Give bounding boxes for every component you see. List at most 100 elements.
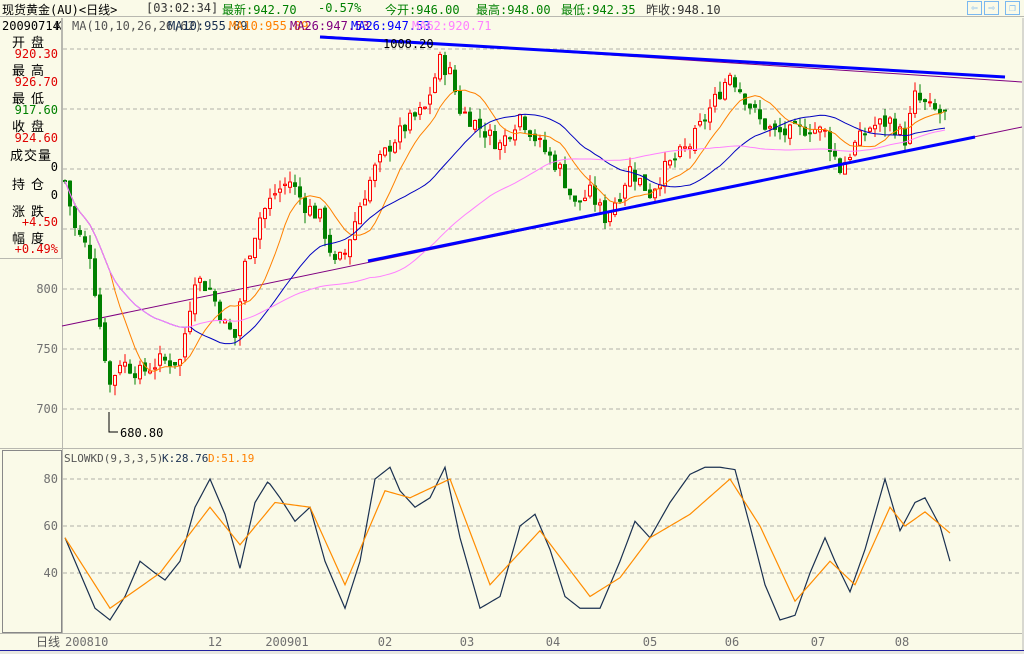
candle	[703, 113, 707, 130]
candle-body	[878, 118, 882, 125]
candle	[253, 237, 257, 264]
candle	[113, 374, 117, 396]
kd-k-line	[64, 465, 951, 621]
x-tick-label: 200810	[65, 635, 108, 649]
candle-body	[453, 69, 457, 93]
candle-body	[738, 89, 742, 93]
candle	[588, 175, 592, 199]
candle-body	[388, 145, 392, 152]
candle-body	[443, 55, 447, 76]
candle-body	[513, 129, 517, 141]
candle-body	[918, 92, 922, 101]
price-chart[interactable]: 1008.20 680.80 700 750 800 40 60 80 SLOWKD(9,…	[0, 0, 1024, 654]
candle	[688, 143, 692, 159]
x-tick-label: 07	[811, 635, 825, 649]
candle-body	[763, 118, 767, 130]
candle	[88, 235, 92, 269]
candle	[418, 101, 422, 120]
candle-body	[148, 370, 152, 374]
candle	[148, 362, 152, 375]
candle-body	[753, 104, 757, 108]
candle-body	[333, 254, 337, 260]
candle-body	[723, 82, 727, 100]
candle-body	[728, 74, 732, 85]
candle	[548, 147, 552, 165]
candle	[503, 128, 507, 154]
candle	[258, 212, 262, 249]
candle	[403, 123, 407, 139]
candle	[408, 109, 412, 134]
candle	[163, 353, 167, 364]
candle	[273, 184, 277, 200]
candle	[123, 354, 127, 374]
candle	[98, 287, 102, 330]
candle	[863, 127, 867, 142]
candle	[778, 117, 782, 140]
candle	[668, 159, 672, 169]
candle	[448, 61, 452, 75]
candle	[903, 121, 907, 153]
candle-body	[113, 374, 117, 386]
candle-body	[563, 164, 567, 189]
candle	[578, 200, 582, 211]
candle	[193, 277, 197, 322]
candle-body	[673, 158, 677, 161]
candle-body	[848, 157, 852, 161]
candle-body	[98, 294, 102, 327]
candle-body	[273, 193, 277, 196]
candle-body	[863, 133, 867, 136]
x-tick-label: 08	[895, 635, 909, 649]
candle-body	[428, 94, 432, 105]
candle-body	[288, 181, 292, 188]
candle-body	[373, 164, 377, 181]
candle-body	[588, 184, 592, 197]
candle-body	[298, 186, 302, 198]
candle	[933, 98, 937, 111]
candle	[543, 131, 547, 155]
candle	[563, 156, 567, 189]
x-tick-label: 05	[643, 635, 657, 649]
candle	[763, 118, 767, 131]
candle	[928, 92, 932, 107]
candle-body	[183, 333, 187, 358]
candle	[923, 98, 927, 110]
kd-title: SLOWKD(9,3,3,5)	[64, 452, 163, 465]
candle	[908, 105, 912, 145]
candle-body	[343, 252, 347, 255]
candle-body	[393, 142, 397, 153]
candle	[353, 212, 357, 241]
candle-body	[678, 146, 682, 157]
candle	[278, 180, 282, 203]
candle-body	[218, 301, 222, 321]
candle-body	[573, 195, 577, 202]
candle-body	[768, 126, 772, 129]
candle-body	[258, 217, 262, 240]
candle-body	[923, 99, 927, 103]
candle-body	[528, 130, 532, 138]
candle	[618, 192, 622, 205]
candle	[218, 299, 222, 324]
candle	[733, 74, 737, 93]
candle-body	[498, 142, 502, 151]
candle-body	[133, 373, 137, 379]
candle	[373, 162, 377, 188]
candle	[288, 171, 292, 194]
candle	[398, 117, 402, 150]
kd-y-tick-label: 40	[44, 566, 58, 580]
candle-body	[238, 301, 242, 337]
candle-body	[493, 131, 497, 150]
candle	[613, 197, 617, 218]
candle-body	[778, 127, 782, 133]
candle	[133, 366, 137, 385]
candle-body	[828, 131, 832, 152]
candle-body	[208, 287, 212, 290]
candle	[208, 279, 212, 290]
candle-body	[378, 154, 382, 163]
candle-body	[523, 116, 527, 131]
candle-body	[568, 188, 572, 196]
candle	[508, 136, 512, 142]
candle-body	[913, 90, 917, 114]
candle-body	[128, 363, 132, 374]
candle	[538, 134, 542, 148]
candle	[718, 81, 722, 100]
